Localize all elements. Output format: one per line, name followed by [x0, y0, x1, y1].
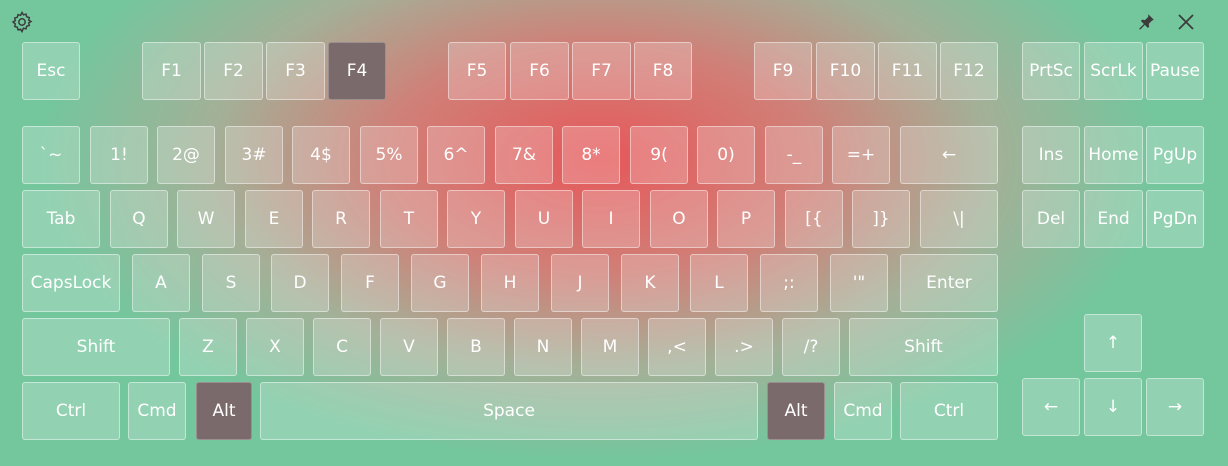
key-quote[interactable]: '"	[830, 254, 888, 312]
key-f12[interactable]: F12	[940, 42, 998, 100]
key-pgup[interactable]: PgUp	[1146, 126, 1204, 184]
key-backspace[interactable]: ←	[900, 126, 998, 184]
key-f3[interactable]: F3	[266, 42, 325, 100]
key-period[interactable]: .>	[715, 318, 773, 376]
key-o[interactable]: O	[650, 190, 708, 248]
key-d6[interactable]: 6^	[427, 126, 485, 184]
key-slash[interactable]: /?	[782, 318, 840, 376]
key-down[interactable]: ↓	[1084, 378, 1142, 436]
key-f11[interactable]: F11	[878, 42, 937, 100]
key-d5[interactable]: 5%	[360, 126, 418, 184]
gear-icon[interactable]	[10, 10, 34, 34]
key-space[interactable]: Space	[260, 382, 758, 440]
key-u[interactable]: U	[515, 190, 573, 248]
key-rbracket[interactable]: ]}	[852, 190, 910, 248]
key-f8[interactable]: F8	[634, 42, 692, 100]
key-rcmd[interactable]: Cmd	[834, 382, 892, 440]
key-h[interactable]: H	[481, 254, 539, 312]
key-ralt[interactable]: Alt	[767, 382, 825, 440]
key-g[interactable]: G	[411, 254, 469, 312]
key-e[interactable]: E	[245, 190, 303, 248]
key-up[interactable]: ↑	[1084, 314, 1142, 372]
key-f9[interactable]: F9	[754, 42, 812, 100]
key-w[interactable]: W	[177, 190, 235, 248]
key-t[interactable]: T	[380, 190, 438, 248]
key-d0[interactable]: 0)	[697, 126, 755, 184]
pin-icon[interactable]	[1134, 10, 1158, 34]
key-lshift[interactable]: Shift	[22, 318, 170, 376]
key-a[interactable]: A	[132, 254, 190, 312]
key-lbracket[interactable]: [{	[785, 190, 843, 248]
key-d8[interactable]: 8*	[562, 126, 620, 184]
key-f10[interactable]: F10	[816, 42, 875, 100]
key-z[interactable]: Z	[179, 318, 237, 376]
key-d1[interactable]: 1!	[90, 126, 148, 184]
key-tab[interactable]: Tab	[22, 190, 100, 248]
key-f4[interactable]: F4	[328, 42, 386, 100]
key-ins[interactable]: Ins	[1022, 126, 1080, 184]
key-d7[interactable]: 7&	[495, 126, 553, 184]
key-v[interactable]: V	[380, 318, 438, 376]
key-f6[interactable]: F6	[510, 42, 569, 100]
key-s[interactable]: S	[202, 254, 260, 312]
key-semicolon[interactable]: ;:	[760, 254, 818, 312]
close-icon[interactable]	[1174, 10, 1198, 34]
key-l[interactable]: L	[690, 254, 748, 312]
key-left[interactable]: ←	[1022, 378, 1080, 436]
key-pause[interactable]: Pause	[1146, 42, 1204, 100]
key-comma[interactable]: ,<	[648, 318, 706, 376]
key-p[interactable]: P	[717, 190, 775, 248]
title-bar	[0, 0, 1228, 40]
key-j[interactable]: J	[551, 254, 609, 312]
key-d[interactable]: D	[271, 254, 329, 312]
key-del[interactable]: Del	[1022, 190, 1080, 248]
key-capslock[interactable]: CapsLock	[22, 254, 120, 312]
key-scrlk[interactable]: ScrLk	[1084, 42, 1143, 100]
key-d9[interactable]: 9(	[630, 126, 688, 184]
key-pgdn[interactable]: PgDn	[1146, 190, 1204, 248]
key-backtick[interactable]: `~	[22, 126, 80, 184]
key-f5[interactable]: F5	[448, 42, 506, 100]
key-b[interactable]: B	[447, 318, 505, 376]
key-backslash[interactable]: \|	[920, 190, 998, 248]
key-f1[interactable]: F1	[142, 42, 201, 100]
key-esc[interactable]: Esc	[22, 42, 80, 100]
key-equals[interactable]: =+	[832, 126, 890, 184]
key-d4[interactable]: 4$	[292, 126, 350, 184]
key-lcmd[interactable]: Cmd	[128, 382, 186, 440]
key-lalt[interactable]: Alt	[196, 382, 252, 440]
key-y[interactable]: Y	[447, 190, 505, 248]
key-prtsc[interactable]: PrtSc	[1022, 42, 1080, 100]
key-k[interactable]: K	[621, 254, 679, 312]
key-d3[interactable]: 3#	[225, 126, 283, 184]
key-r[interactable]: R	[312, 190, 370, 248]
key-d2[interactable]: 2@	[157, 126, 215, 184]
key-enter[interactable]: Enter	[900, 254, 998, 312]
key-home[interactable]: Home	[1084, 126, 1143, 184]
key-m[interactable]: M	[581, 318, 639, 376]
key-i[interactable]: I	[582, 190, 640, 248]
key-f[interactable]: F	[341, 254, 399, 312]
key-f7[interactable]: F7	[572, 42, 631, 100]
key-end[interactable]: End	[1084, 190, 1143, 248]
key-q[interactable]: Q	[110, 190, 168, 248]
key-right[interactable]: →	[1146, 378, 1204, 436]
key-rctrl[interactable]: Ctrl	[900, 382, 998, 440]
key-n[interactable]: N	[514, 318, 572, 376]
key-minus[interactable]: -_	[765, 126, 823, 184]
key-f2[interactable]: F2	[204, 42, 263, 100]
key-rshift[interactable]: Shift	[849, 318, 998, 376]
key-c[interactable]: C	[313, 318, 371, 376]
key-lctrl[interactable]: Ctrl	[22, 382, 120, 440]
key-x[interactable]: X	[246, 318, 304, 376]
